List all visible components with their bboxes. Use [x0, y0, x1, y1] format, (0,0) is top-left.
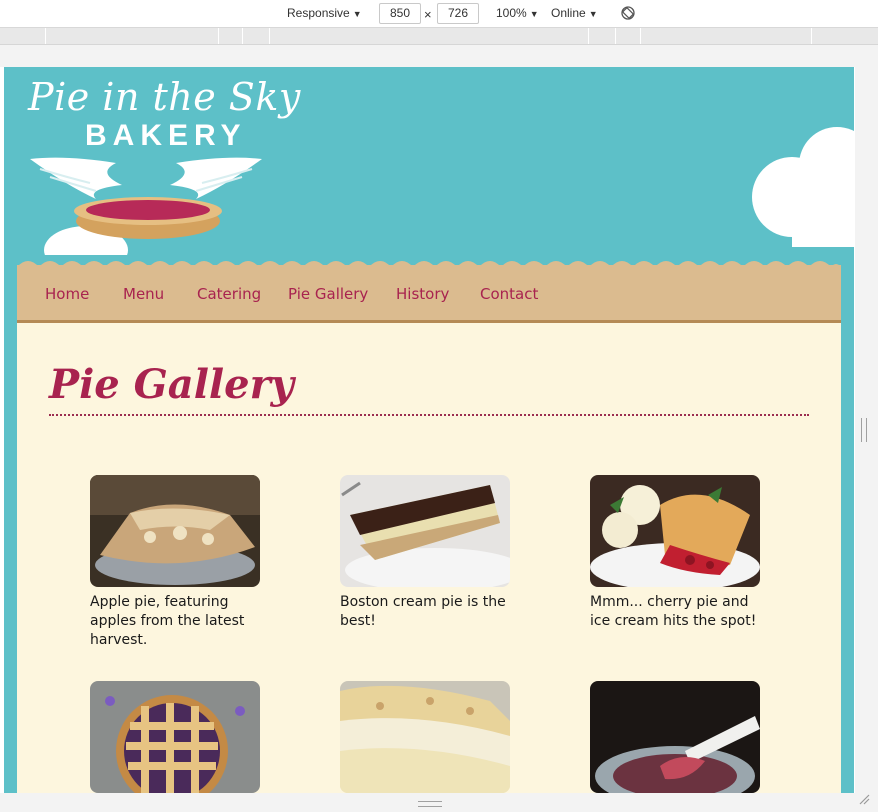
apple-pie-photo[interactable] — [90, 475, 260, 587]
dropdown-arrow-icon: ▼ — [529, 9, 539, 19]
dropdown-arrow-icon: ▼ — [588, 9, 598, 19]
width-input[interactable]: 850 — [379, 3, 421, 24]
gallery-item — [590, 681, 762, 793]
gallery-item: Mmm... cherry pie and ice cream hits the… — [590, 475, 762, 631]
bottom-resize-handle[interactable] — [418, 801, 442, 807]
nav-history[interactable]: History — [396, 285, 449, 303]
page-content: Home Menu Catering Pie Gallery History C… — [17, 261, 841, 793]
nav-pie-gallery[interactable]: Pie Gallery — [288, 285, 368, 303]
logo-title: Pie in the Sky — [28, 75, 301, 119]
gallery-caption: Apple pie, featuring apples from the lat… — [90, 594, 245, 648]
cloud-icon — [752, 117, 854, 251]
gallery-caption: Mmm... cherry pie and ice cream hits the… — [590, 594, 757, 629]
lattice-pie-photo[interactable] — [90, 681, 260, 793]
nav-catering[interactable]: Catering — [197, 285, 261, 303]
title-divider — [49, 414, 809, 416]
nav-contact[interactable]: Contact — [480, 285, 538, 303]
cherry-pie-photo[interactable] — [590, 475, 760, 587]
device-select[interactable]: Responsive ▼ — [287, 6, 362, 20]
gallery-item: Apple pie, featuring apples from the lat… — [90, 475, 262, 650]
coconut-cream-pie-photo[interactable] — [340, 681, 510, 793]
network-select[interactable]: Online ▼ — [551, 6, 598, 20]
gallery-item — [340, 681, 512, 793]
main-nav: Home Menu Catering Pie Gallery History C… — [17, 265, 841, 323]
pie-wings-logo-icon — [26, 155, 276, 274]
gallery-caption: Boston cream pie is the best! — [340, 594, 506, 629]
nav-menu[interactable]: Menu — [123, 285, 164, 303]
height-input[interactable]: 726 — [437, 3, 479, 24]
page-title: Pie Gallery — [49, 361, 294, 408]
devtools-toolbar: Responsive ▼ 850 × 726 100% ▼ Online ▼ — [0, 0, 878, 28]
boston-cream-pie-photo[interactable] — [340, 475, 510, 587]
corner-resize-icon[interactable] — [858, 793, 870, 808]
gallery-item — [90, 681, 262, 793]
zoom-select[interactable]: 100% ▼ — [496, 6, 539, 20]
rotate-icon[interactable] — [620, 5, 636, 24]
media-query-ruler[interactable] — [0, 28, 878, 45]
right-resize-handle[interactable] — [861, 418, 867, 442]
logo-subtitle: BAKERY — [85, 119, 247, 152]
times-icon: × — [424, 7, 432, 22]
gallery-item: Boston cream pie is the best! — [340, 475, 512, 631]
dropdown-arrow-icon: ▼ — [352, 9, 362, 19]
berry-pie-photo[interactable] — [590, 681, 760, 793]
nav-home[interactable]: Home — [45, 285, 89, 303]
device-viewport: Pie in the Sky BAKERY Home Menu Catering… — [4, 67, 854, 793]
